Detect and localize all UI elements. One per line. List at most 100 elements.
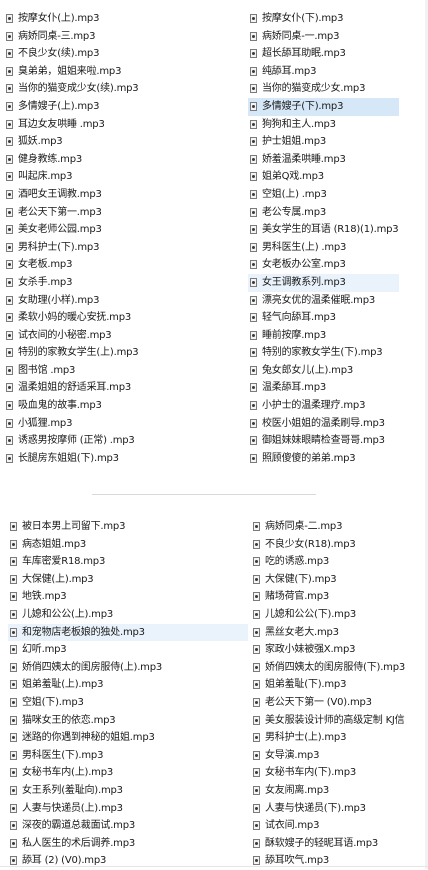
file-item[interactable]: 赌场荷官.mp3 <box>251 588 421 606</box>
file-item[interactable]: 娇羞温柔哄睡.mp3 <box>248 151 399 169</box>
file-name: 迷路的你遇到神秘的姐姐.mp3 <box>22 732 155 744</box>
file-item[interactable]: 诱惑男按摩师 (正常) .mp3 <box>4 432 240 450</box>
file-item[interactable]: 吸血鬼的故事.mp3 <box>4 397 240 415</box>
file-item[interactable]: 车库密爱R18.mp3 <box>8 553 248 571</box>
file-item[interactable]: 猫咪女王的依恋.mp3 <box>8 712 248 730</box>
file-name: 男科护士(上).mp3 <box>265 732 347 744</box>
file-item[interactable]: 多情嫂子(上).mp3 <box>4 98 240 116</box>
file-item[interactable]: 男科护士(下).mp3 <box>4 239 240 257</box>
file-item[interactable]: 按摩女仆(上).mp3 <box>4 10 240 28</box>
audio-file-icon <box>250 453 257 463</box>
file-item[interactable]: 女王调教系列.mp3 <box>248 273 399 292</box>
file-item[interactable]: 舔耳 (2) (V0).mp3 <box>8 852 248 870</box>
file-item[interactable]: 深夜的霸道总裁面试.mp3 <box>8 817 248 835</box>
file-item[interactable]: 不良少女(续).mp3 <box>4 45 240 63</box>
file-item[interactable]: 温柔姐姐的舒适采耳.mp3 <box>4 379 240 397</box>
file-item[interactable]: 姐弟羞耻(上).mp3 <box>8 676 248 694</box>
file-item[interactable]: 睡前按摩.mp3 <box>248 327 399 345</box>
file-item[interactable]: 美女老师公园.mp3 <box>4 221 240 239</box>
file-item[interactable]: 姐弟Q戏.mp3 <box>248 168 399 186</box>
file-item[interactable]: 女老板办公室.mp3 <box>248 256 399 274</box>
file-item[interactable]: 女杀手.mp3 <box>4 274 240 292</box>
file-item[interactable]: 女王系列(羞耻向).mp3 <box>8 782 248 800</box>
file-item[interactable]: 酥软嫂子的轻昵耳语.mp3 <box>251 835 421 853</box>
file-item[interactable]: 女友闹离.mp3 <box>251 782 421 800</box>
file-item[interactable]: 病态姐姐.mp3 <box>8 536 248 554</box>
file-item[interactable]: 病娇同桌-三.mp3 <box>4 28 240 46</box>
file-name: 儿媳和公公(上).mp3 <box>22 608 114 620</box>
file-item[interactable]: 儿媳和公公(下).mp3 <box>251 606 421 624</box>
file-item[interactable]: 纯舔耳.mp3 <box>248 63 399 81</box>
file-item[interactable]: 女助理(小样).mp3 <box>4 292 240 310</box>
file-item[interactable]: 小狐狸.mp3 <box>4 415 240 433</box>
file-item[interactable]: 男科护士(上).mp3 <box>251 729 421 747</box>
file-item[interactable]: 试衣间的小秘密.mp3 <box>4 327 240 345</box>
file-item[interactable]: 女秘书车内(上).mp3 <box>8 764 248 782</box>
file-item[interactable]: 当你的猫变成少女.mp3 <box>248 80 399 98</box>
file-item[interactable]: 空姐(下).mp3 <box>8 694 248 712</box>
audio-file-icon <box>10 715 17 725</box>
file-item[interactable]: 照顾傻傻的弟弟.mp3 <box>248 450 399 468</box>
file-item[interactable]: 美女学生的耳语 (R18)(1).mp3 <box>248 221 399 239</box>
file-item[interactable]: 迷路的你遇到神秘的姐姐.mp3 <box>8 729 248 747</box>
file-item[interactable]: 耳边女友哄睡 .mp3 <box>4 116 240 134</box>
file-item[interactable]: 男科医生(下).mp3 <box>8 747 248 765</box>
file-item[interactable]: 娇俏四姨太的闺房服侍(上).mp3 <box>8 659 248 677</box>
file-item[interactable]: 护士姐姐.mp3 <box>248 133 399 151</box>
file-item[interactable]: 病娇同桌-二.mp3 <box>251 518 421 536</box>
file-item[interactable]: 娇俏四姨太的闺房服侍(下).mp3 <box>251 659 421 677</box>
file-name: 女老板办公室.mp3 <box>262 259 346 271</box>
file-item[interactable]: 叫起床.mp3 <box>4 168 240 186</box>
file-item[interactable]: 女老板.mp3 <box>4 256 240 274</box>
file-item[interactable]: 按摩女仆(下).mp3 <box>248 10 399 28</box>
file-item[interactable]: 儿媳和公公(上).mp3 <box>8 606 248 624</box>
file-item[interactable]: 黑丝女老大.mp3 <box>251 624 421 642</box>
file-item[interactable]: 当你的猫变成少女(续).mp3 <box>4 80 240 98</box>
file-item[interactable]: 小护士的温柔理疗.mp3 <box>248 397 399 415</box>
file-item[interactable]: 健身教练.mp3 <box>4 151 240 169</box>
file-item[interactable]: 御姐妹妹眼睛检查哥哥.mp3 <box>248 432 399 450</box>
file-item[interactable]: 超长舔耳助眠.mp3 <box>248 45 399 63</box>
file-item[interactable]: 美女服装设计师的高级定制 KJ信 <box>251 712 421 730</box>
file-item[interactable]: 人妻与快递员(上).mp3 <box>8 800 248 818</box>
file-item[interactable]: 家政小妹被强X.mp3 <box>251 641 421 659</box>
file-item[interactable]: 病娇同桌-一.mp3 <box>248 28 399 46</box>
file-item[interactable]: 温柔舔耳.mp3 <box>248 379 399 397</box>
file-item[interactable]: 被日本男上司留下.mp3 <box>8 518 248 536</box>
file-item[interactable]: 地铁.mp3 <box>8 588 248 606</box>
file-item[interactable]: 试衣间.mp3 <box>251 817 421 835</box>
file-item[interactable]: 老公天下第一.mp3 <box>4 204 240 222</box>
file-item[interactable]: 男科医生(上) .mp3 <box>248 239 399 257</box>
file-item[interactable]: 兔女郎女儿(上).mp3 <box>248 362 399 380</box>
file-item[interactable]: 柔软小妈的暖心安抚.mp3 <box>4 309 240 327</box>
file-item[interactable]: 吃的诱惑.mp3 <box>251 553 421 571</box>
file-item[interactable]: 不良少女(R18).mp3 <box>251 536 421 554</box>
file-item[interactable]: 图书馆 .mp3 <box>4 362 240 380</box>
file-item[interactable]: 臭弟弟，姐姐来啦.mp3 <box>4 63 240 81</box>
file-item[interactable]: 老公天下第一 (V0).mp3 <box>251 694 421 712</box>
file-item[interactable]: 狐妖.mp3 <box>4 133 240 151</box>
file-item[interactable]: 私人医生的术后调养.mp3 <box>8 835 248 853</box>
file-item[interactable]: 多情嫂子(下).mp3 <box>248 97 399 116</box>
file-item[interactable]: 大保健(下).mp3 <box>251 571 421 589</box>
file-item[interactable]: 老公专属.mp3 <box>248 204 399 222</box>
file-item[interactable]: 酒吧女王调教.mp3 <box>4 186 240 204</box>
file-item[interactable]: 长腿房东姐姐(下).mp3 <box>4 450 240 468</box>
file-item[interactable]: 空姐(上) .mp3 <box>248 186 399 204</box>
file-item[interactable]: 校医小姐姐的温柔刷导.mp3 <box>248 415 399 433</box>
file-item[interactable]: 女导演.mp3 <box>251 747 421 765</box>
file-item[interactable]: 姐弟羞耻(下).mp3 <box>251 676 421 694</box>
file-item[interactable]: 和宠物店老板娘的独处.mp3 <box>8 623 248 642</box>
audio-file-icon <box>250 172 257 182</box>
file-item[interactable]: 轻气向舔耳.mp3 <box>248 309 399 327</box>
file-item[interactable]: 漂亮女优的温柔催眠.mp3 <box>248 292 399 310</box>
audio-file-icon <box>250 154 257 164</box>
file-item[interactable]: 人妻与快递员(下).mp3 <box>251 800 421 818</box>
file-item[interactable]: 狗狗和主人.mp3 <box>248 116 399 134</box>
file-item[interactable]: 舔耳吹气.mp3 <box>251 852 421 870</box>
file-item[interactable]: 特别的家教女学生(上).mp3 <box>4 344 240 362</box>
file-item[interactable]: 特别的家教女学生(下).mp3 <box>248 344 399 362</box>
file-item[interactable]: 大保健(上).mp3 <box>8 571 248 589</box>
file-item[interactable]: 幻听.mp3 <box>8 641 248 659</box>
file-item[interactable]: 女秘书车内(下).mp3 <box>251 764 421 782</box>
